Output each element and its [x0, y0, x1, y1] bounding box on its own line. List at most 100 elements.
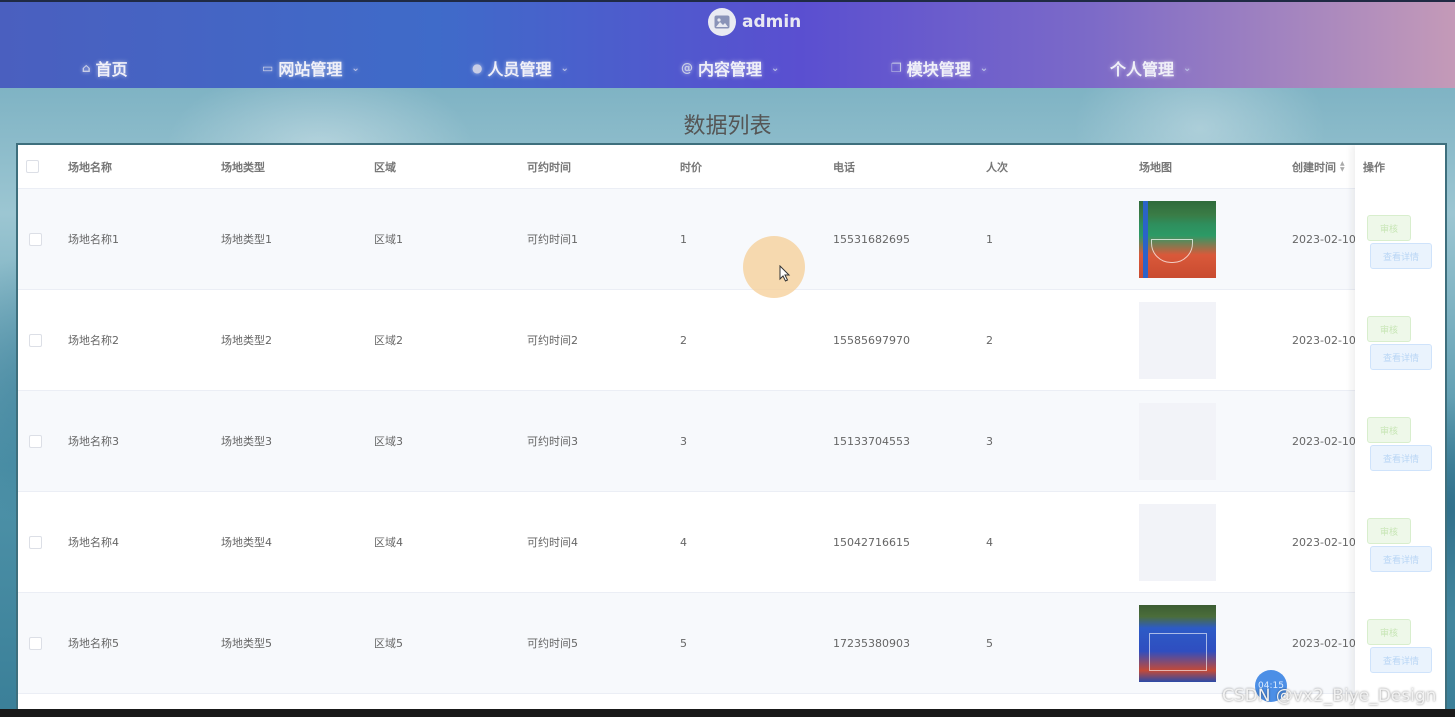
nav-item-module-management[interactable]: ❐ 模块管理 ⌄: [891, 56, 988, 80]
cell-type: 场地类型3: [221, 435, 272, 448]
cell-price: 5: [680, 636, 687, 650]
nav-item-website-management[interactable]: ▭ 网站管理 ⌄: [262, 56, 360, 80]
sort-icon[interactable]: ▲ ▼: [1340, 160, 1345, 173]
row-checkbox[interactable]: [29, 593, 42, 693]
chevron-down-icon: ⌄: [771, 62, 780, 74]
cell-phone: 15042716615: [833, 535, 910, 549]
page-title: 数据列表: [683, 114, 772, 139]
cell-count: 1: [986, 232, 993, 246]
view-detail-button[interactable]: 查看详情: [1370, 344, 1432, 370]
cell-area: 区域2: [374, 334, 403, 347]
venue-image-placeholder[interactable]: [1139, 503, 1216, 581]
chevron-down-icon: ⌄: [979, 62, 989, 74]
column-header-count: 人次: [986, 160, 1008, 174]
venue-image-placeholder[interactable]: [1139, 402, 1216, 480]
cell-price: 2: [680, 333, 687, 347]
cell-time: 可约时间4: [527, 536, 578, 549]
view-detail-button[interactable]: 查看详情: [1370, 445, 1432, 471]
review-button[interactable]: 审核: [1367, 215, 1411, 241]
venue-image-placeholder[interactable]: [1139, 301, 1216, 379]
column-header-created-label: 创建时间: [1292, 160, 1336, 174]
nav-item-content-management[interactable]: @ 内容管理 ⌄: [681, 56, 779, 80]
review-button[interactable]: 审核: [1367, 518, 1411, 544]
view-detail-button[interactable]: 查看详情: [1370, 546, 1432, 572]
table-row: 场地名称1 场地类型1 区域1 可约时间1 1 15531682695 1 20…: [18, 189, 1445, 290]
venue-image[interactable]: [1139, 604, 1216, 682]
column-header-image: 场地图: [1139, 160, 1172, 174]
cell-price: 1: [680, 232, 687, 246]
cell-price: 4: [680, 535, 687, 549]
review-button[interactable]: 审核: [1367, 316, 1411, 342]
data-table: 场地名称 场地类型 区域 可约时间 时价 电话 人次 场地图 创建时间 ▲ ▼ 场…: [16, 143, 1447, 717]
nav-item-label: 内容管理: [698, 60, 763, 79]
chevron-down-icon: ⌄: [1183, 62, 1192, 74]
cell-image[interactable]: [1139, 391, 1216, 491]
main-nav: ⌂ 首页 ▭ 网站管理 ⌄ ● 人员管理 ⌄ @ 内容管理 ⌄ ❐ 模块管理 ⌄…: [0, 56, 1455, 82]
table-row: 场地名称4 场地类型4 区域4 可约时间4 4 15042716615 4 20…: [18, 492, 1445, 593]
cell-name: 场地名称4: [68, 536, 119, 549]
brand[interactable]: admin: [708, 8, 801, 36]
nav-item-label: 人员管理: [487, 60, 552, 79]
cell-area: 区域1: [374, 233, 403, 246]
table-row: 场地名称2 场地类型2 区域2 可约时间2 2 15585697970 2 20…: [18, 290, 1445, 391]
at-icon: @: [681, 61, 693, 75]
cell-name: 场地名称1: [68, 233, 119, 246]
column-header-created[interactable]: 创建时间 ▲ ▼: [1292, 145, 1345, 188]
cursor-highlight: [743, 236, 805, 298]
row-checkbox[interactable]: [29, 492, 42, 592]
home-icon: ⌂: [82, 61, 91, 75]
monitor-icon: ▭: [262, 61, 274, 75]
nav-item-staff-management[interactable]: ● 人员管理 ⌄: [472, 56, 569, 80]
cell-name: 场地名称5: [68, 637, 119, 650]
review-button[interactable]: 审核: [1367, 417, 1411, 443]
cell-image[interactable]: [1139, 189, 1216, 289]
cell-phone: 15531682695: [833, 232, 910, 246]
cell-time: 可约时间3: [527, 435, 578, 448]
operations-column: 操作 审核 查看详情 审核 查看详情 审核 查看详情 审核 查看详情 审核 查看…: [1355, 145, 1445, 715]
cell-name: 场地名称3: [68, 435, 119, 448]
cell-name: 场地名称2: [68, 334, 119, 347]
cell-count: 5: [986, 636, 993, 650]
top-navigation-bar: admin ⌂ 首页 ▭ 网站管理 ⌄ ● 人员管理 ⌄ @ 内容管理 ⌄ ❐ …: [0, 0, 1455, 88]
review-button[interactable]: 审核: [1367, 619, 1411, 645]
venue-image[interactable]: [1139, 200, 1216, 278]
table-row: 场地名称3 场地类型3 区域3 可约时间3 3 15133704553 3 20…: [18, 391, 1445, 492]
cell-time: 可约时间1: [527, 233, 578, 246]
bottom-edge: [0, 709, 1455, 717]
cell-time: 可约时间5: [527, 637, 578, 650]
brand-name: admin: [742, 12, 802, 32]
cell-image[interactable]: [1139, 593, 1216, 693]
column-header-time: 可约时间: [527, 160, 571, 174]
cell-count: 3: [986, 434, 993, 448]
cell-area: 区域3: [374, 435, 403, 448]
view-detail-button[interactable]: 查看详情: [1370, 243, 1432, 269]
row-checkbox[interactable]: [29, 290, 42, 390]
nav-item-label: 网站管理: [278, 60, 343, 79]
row-checkbox[interactable]: [29, 391, 42, 491]
cell-image[interactable]: [1139, 492, 1216, 592]
row-checkbox[interactable]: [29, 189, 42, 289]
image-icon: [708, 8, 736, 36]
cell-area: 区域4: [374, 536, 403, 549]
view-detail-button[interactable]: 查看详情: [1370, 647, 1432, 673]
nav-item-label: 个人管理: [1110, 60, 1175, 79]
copy-icon: ❐: [891, 61, 902, 75]
cell-time: 可约时间2: [527, 334, 578, 347]
cell-type: 场地类型1: [221, 233, 272, 246]
select-all-checkbox[interactable]: [26, 145, 39, 188]
cell-count: 2: [986, 333, 993, 347]
table-header-row: 场地名称 场地类型 区域 可约时间 时价 电话 人次 场地图 创建时间 ▲ ▼: [18, 145, 1445, 189]
column-header-price: 时价: [680, 160, 702, 174]
column-header-phone: 电话: [833, 160, 855, 174]
table-row: 场地名称5 场地类型5 区域5 可约时间5 5 17235380903 5 20…: [18, 593, 1445, 694]
watermark: CSDN @vx2_Biye_Design: [1222, 686, 1437, 706]
cell-price: 3: [680, 434, 687, 448]
cell-phone: 15585697970: [833, 333, 910, 347]
cell-image[interactable]: [1139, 290, 1216, 390]
nav-item-personal-management[interactable]: 个人管理 ⌄: [1110, 56, 1191, 80]
nav-item-home[interactable]: ⌂ 首页: [82, 56, 128, 80]
cell-type: 场地类型5: [221, 637, 272, 650]
cell-type: 场地类型2: [221, 334, 272, 347]
cell-type: 场地类型4: [221, 536, 272, 549]
cell-phone: 17235380903: [833, 636, 910, 650]
